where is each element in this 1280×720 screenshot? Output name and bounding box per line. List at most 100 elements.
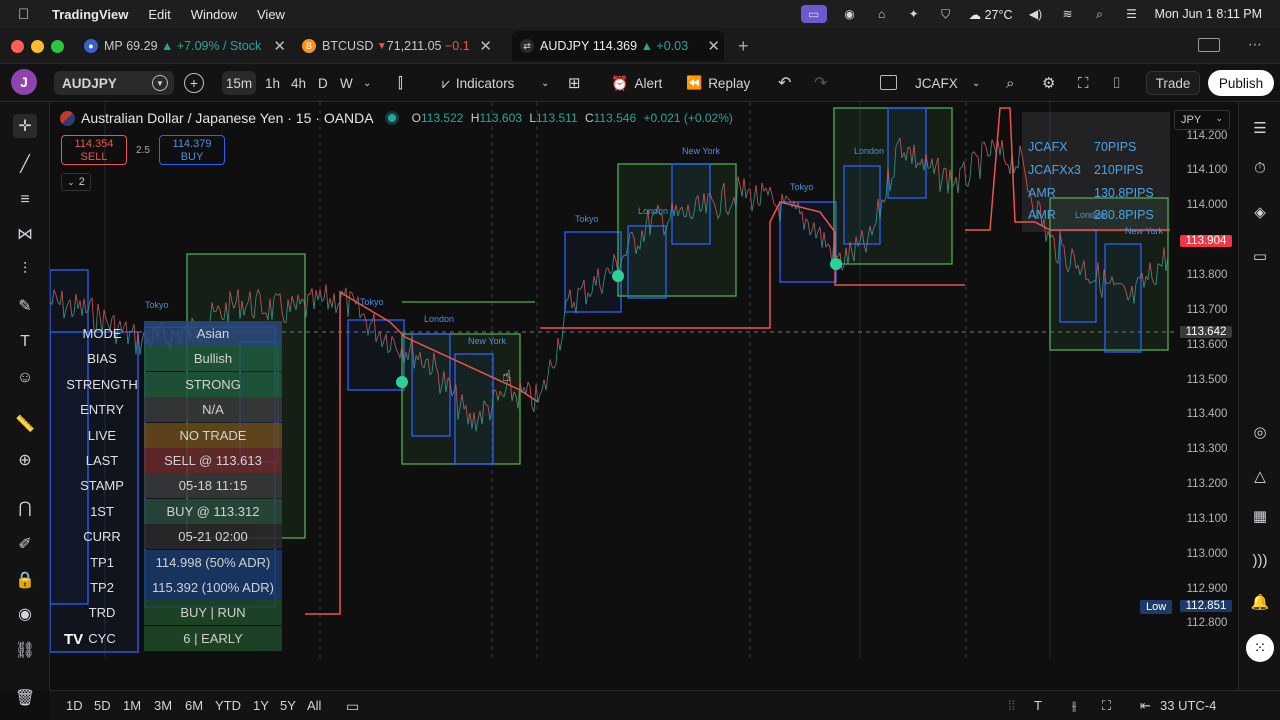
forecasting-icon[interactable]: ⫶	[13, 258, 37, 282]
ruler-icon[interactable]: 📏	[13, 412, 37, 436]
tab-mp[interactable]: ● MP 69.29 ▲ +7.09% / Stock ✕	[84, 33, 286, 59]
add-symbol-icon[interactable]: +	[184, 73, 204, 93]
interval-15m[interactable]: 15m	[222, 71, 256, 95]
settings-gear-icon[interactable]: ⚙	[1042, 71, 1055, 95]
screen-share-icon[interactable]: ▭	[800, 5, 827, 23]
stay-drawing-icon[interactable]: ✐	[13, 532, 37, 556]
fullscreen-icon[interactable]: ⛶	[1078, 71, 1089, 95]
window-close-button[interactable]	[11, 40, 24, 53]
interval-1h[interactable]: 1h	[265, 71, 280, 95]
wifi-icon[interactable]: ≋	[1059, 6, 1077, 22]
chat-icon[interactable]: ▭	[1248, 244, 1272, 268]
indicators-collapse-button[interactable]: ⌄ 2	[61, 173, 91, 191]
alerts-clock-icon[interactable]: ⏱	[1248, 156, 1272, 180]
redo-icon[interactable]: ↷	[814, 71, 827, 95]
indicators-button[interactable]: ⩗ Indicators	[442, 71, 514, 95]
fib-retracement-icon[interactable]: ≡	[13, 188, 37, 212]
sell-button[interactable]: 114.354 SELL	[61, 135, 127, 165]
compare-icon[interactable]: ▼	[152, 75, 168, 91]
quick-search-icon[interactable]: ⌕	[1006, 71, 1014, 95]
shield-icon[interactable]: ⛉	[937, 6, 955, 22]
link-icon[interactable]: ⛓	[13, 638, 37, 662]
eye-icon[interactable]: ◉	[13, 602, 37, 626]
control-center-icon[interactable]: ☰	[1123, 6, 1141, 22]
crosshair-icon[interactable]: ✛	[13, 114, 37, 138]
text-tool-icon[interactable]: T	[13, 330, 37, 354]
camera-snapshot-icon[interactable]: ⌷	[1112, 71, 1121, 95]
layout-name-button[interactable]: JCAFX	[915, 71, 958, 95]
window-minimize-button[interactable]	[31, 40, 44, 53]
user-avatar[interactable]: J	[11, 69, 37, 95]
trend-line-icon[interactable]: ╱	[13, 152, 37, 176]
range-5d[interactable]: 5D	[94, 698, 111, 713]
range-1d[interactable]: 1D	[66, 698, 83, 713]
menu-edit[interactable]: Edit	[148, 7, 170, 22]
drag-handle-icon[interactable]: ⁞⁞	[1008, 698, 1015, 713]
layout-icon[interactable]	[880, 75, 897, 90]
range-arrows-icon[interactable]: ⇤	[1140, 698, 1151, 714]
trade-button[interactable]: Trade	[1146, 71, 1200, 95]
symbol-search-button[interactable]: AUDJPY ▼	[54, 71, 174, 95]
tab-btcusd[interactable]: B BTCUSD ▼ 71,211.05 −0.1 ✕	[302, 33, 492, 59]
interval-chevron-down-icon[interactable]: ⌄	[363, 71, 371, 95]
timezone-label[interactable]: 33 UTC-4	[1160, 698, 1216, 713]
menu-window[interactable]: Window	[191, 7, 237, 22]
ideas-icon[interactable]: △	[1248, 464, 1272, 488]
emoji-icon[interactable]: ☺	[13, 366, 37, 390]
target-icon[interactable]: ◎	[1248, 420, 1272, 444]
frame-icon[interactable]: ⛶	[1102, 698, 1111, 714]
notifications-bell-icon[interactable]: 🔔	[1248, 590, 1272, 614]
tab-close-icon[interactable]: ✕	[707, 37, 720, 55]
menu-view[interactable]: View	[257, 7, 285, 22]
indicators-chevron-icon[interactable]: ⌄	[541, 71, 549, 95]
apps-grid-icon[interactable]: ⁙	[1246, 634, 1274, 662]
calendar-icon[interactable]: ▦	[1248, 504, 1272, 528]
candle-style-icon[interactable]: ⫿	[398, 71, 403, 95]
go-to-date-icon[interactable]: ▭	[346, 698, 359, 715]
extension-icon[interactable]: ✦	[905, 6, 923, 22]
tab-audjpy-active[interactable]: ⇄ AUDJPY 114.369 ▲ +0.03 ✕	[512, 31, 724, 61]
watchlist-icon[interactable]: ☰	[1248, 116, 1272, 140]
magnet-icon[interactable]: ⋂	[13, 496, 37, 520]
brush-icon[interactable]: ✎	[13, 294, 37, 318]
search-icon[interactable]: ⌕	[1091, 6, 1109, 22]
templates-grid-icon[interactable]: ⊞	[568, 71, 581, 95]
more-icon[interactable]: ⋯	[1248, 36, 1262, 53]
undo-icon[interactable]: ↶	[778, 71, 791, 95]
volume-icon[interactable]: ◀)	[1027, 6, 1045, 22]
chart-title[interactable]: Australian Dollar / Japanese Yen · 15 · …	[81, 110, 374, 126]
tab-close-icon[interactable]: ✕	[273, 37, 286, 55]
interval-w[interactable]: W	[340, 71, 353, 95]
range-all[interactable]: All	[307, 698, 321, 713]
trash-icon[interactable]: 🗑	[13, 686, 37, 710]
range-6m[interactable]: 6M	[185, 698, 203, 713]
layout-chevron-icon[interactable]: ⌄	[972, 71, 980, 95]
range-1y[interactable]: 1Y	[253, 698, 269, 713]
clock[interactable]: Mon Jun 1 8:11 PM	[1155, 7, 1262, 21]
apple-icon[interactable]: 	[18, 6, 38, 23]
zoom-in-icon[interactable]: ⊕	[13, 448, 37, 472]
publish-button[interactable]: Publish	[1208, 70, 1274, 96]
menu-app-name[interactable]: TradingView	[52, 7, 128, 22]
status-circle-icon[interactable]: ◉	[841, 6, 859, 22]
text-icon[interactable]: T	[1034, 698, 1042, 713]
pattern-icon[interactable]: ⋈	[13, 222, 37, 246]
range-1m[interactable]: 1M	[123, 698, 141, 713]
buy-button[interactable]: 114.379 BUY	[159, 135, 225, 165]
alert-button[interactable]: ⏰ Alert	[611, 71, 662, 95]
broadcast-icon[interactable]: )))	[1248, 548, 1272, 572]
interval-4h[interactable]: 4h	[291, 71, 306, 95]
new-tab-icon[interactable]: +	[738, 36, 749, 57]
currency-selector[interactable]: JPY ⌄	[1174, 110, 1230, 130]
tab-close-icon[interactable]: ✕	[479, 37, 492, 55]
weather-status[interactable]: ☁ 27°C	[969, 7, 1013, 22]
sidebar-toggle-icon[interactable]	[1198, 38, 1220, 52]
range-3m[interactable]: 3M	[154, 698, 172, 713]
interval-d[interactable]: D	[318, 71, 328, 95]
lock-icon[interactable]: ⌂	[873, 6, 891, 22]
window-zoom-button[interactable]	[51, 40, 64, 53]
lock-drawings-icon[interactable]: 🔒	[13, 568, 37, 592]
range-ytd[interactable]: YTD	[215, 698, 241, 713]
split-icon[interactable]: ⫲	[1072, 698, 1076, 714]
replay-button[interactable]: ⏪ Replay	[686, 71, 750, 95]
